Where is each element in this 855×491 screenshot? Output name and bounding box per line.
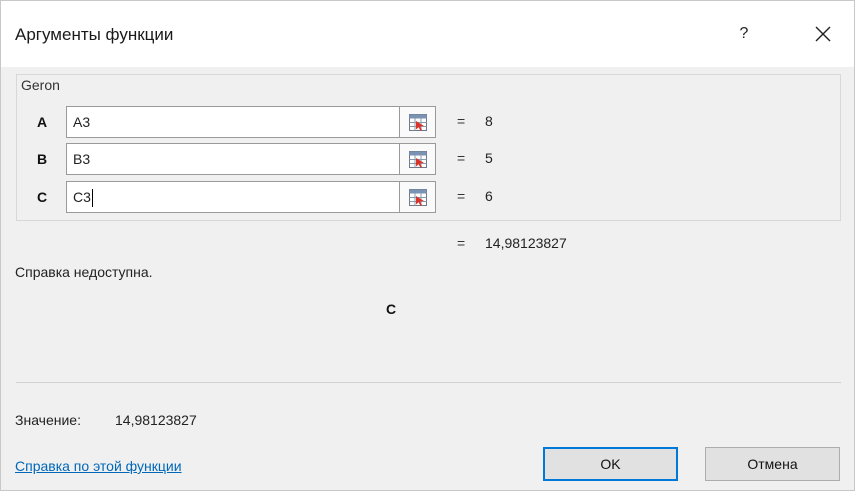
argument-label: B <box>37 151 48 167</box>
argument-input-c[interactable]: C3 <box>66 181 400 213</box>
argument-label: C <box>37 189 48 205</box>
function-name: Geron <box>17 77 64 93</box>
equals-sign: = <box>457 113 466 129</box>
range-select-icon <box>409 151 427 168</box>
argument-label: A <box>37 114 48 130</box>
current-parameter-name: C <box>386 301 397 317</box>
equals-sign: = <box>457 150 466 166</box>
argument-value: A3 <box>73 114 91 130</box>
range-select-icon <box>409 189 427 206</box>
collapse-dialog-button[interactable] <box>400 181 436 213</box>
argument-value: B3 <box>73 151 91 167</box>
help-button[interactable]: ? <box>729 19 759 49</box>
equals-sign: = <box>457 188 466 204</box>
divider <box>16 382 841 383</box>
text-caret <box>91 189 93 208</box>
argument-value: C3 <box>73 189 91 205</box>
collapse-dialog-button[interactable] <box>400 106 436 138</box>
formula-result: 14,98123827 <box>485 235 567 251</box>
cancel-button[interactable]: Отмена <box>705 447 840 481</box>
value-result: 14,98123827 <box>115 412 197 428</box>
argument-input-a[interactable]: A3 <box>66 106 400 138</box>
function-description: Справка недоступна. <box>15 264 153 280</box>
argument-result: 8 <box>485 113 493 129</box>
argument-result: 6 <box>485 188 493 204</box>
dialog-title: Аргументы функции <box>15 25 174 44</box>
argument-row-c: C C3 = 6 <box>1 181 855 215</box>
argument-result: 5 <box>485 150 493 166</box>
range-select-icon <box>409 114 427 131</box>
close-icon <box>815 26 831 42</box>
argument-row-b: B B3 = 5 <box>1 143 855 177</box>
result-equals-sign: = <box>457 235 466 251</box>
function-help-link[interactable]: Справка по этой функции <box>15 458 182 474</box>
function-arguments-dialog: Аргументы функции ? Geron A A3 = 8 B B3 … <box>0 0 855 491</box>
close-button[interactable] <box>807 18 839 50</box>
title-bar: Аргументы функции ? <box>1 1 854 67</box>
argument-row-a: A A3 = 8 <box>1 106 855 140</box>
ok-button[interactable]: OK <box>543 447 678 481</box>
value-label: Значение: <box>15 412 81 428</box>
collapse-dialog-button[interactable] <box>400 143 436 175</box>
argument-input-b[interactable]: B3 <box>66 143 400 175</box>
